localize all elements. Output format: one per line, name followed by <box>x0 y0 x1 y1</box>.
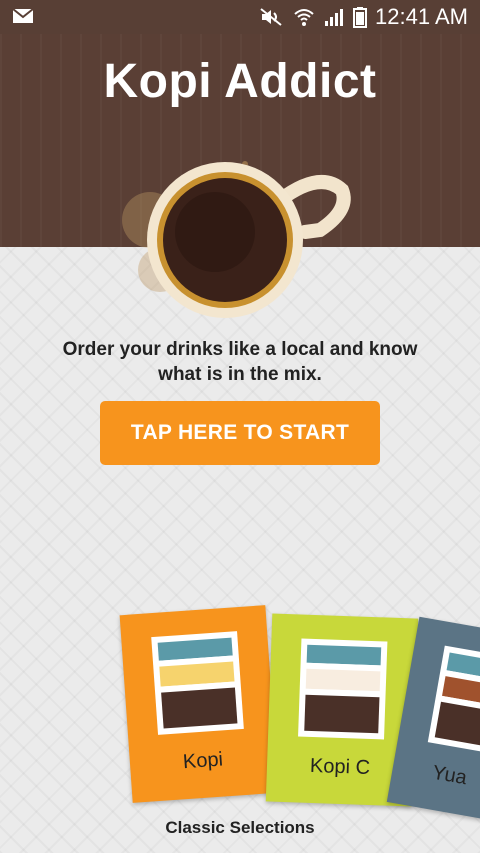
mail-icon <box>12 8 34 23</box>
signal-icon <box>325 9 344 26</box>
yuan-drink-graphic <box>427 645 480 758</box>
start-button[interactable]: TAP HERE TO START <box>100 401 380 465</box>
wifi-icon <box>294 9 314 26</box>
card-label: Kopi <box>182 748 224 774</box>
tagline: Order your drinks like a local and know … <box>62 339 418 385</box>
status-time: 12:41 AM <box>375 4 468 29</box>
kopi-drink-graphic <box>151 631 244 735</box>
kopi-c-drink-graphic <box>298 638 388 740</box>
mute-icon <box>260 8 282 26</box>
app-title: Kopi Addict <box>103 55 377 108</box>
card-kopi[interactable]: Kopi <box>119 605 279 803</box>
battery-icon <box>353 7 368 28</box>
classic-selections-label: Classic Selections <box>165 818 315 837</box>
card-label: Yua <box>430 761 469 790</box>
status-bar: 12:41 AM <box>0 0 480 34</box>
coffee-cup-illustration <box>120 160 360 320</box>
